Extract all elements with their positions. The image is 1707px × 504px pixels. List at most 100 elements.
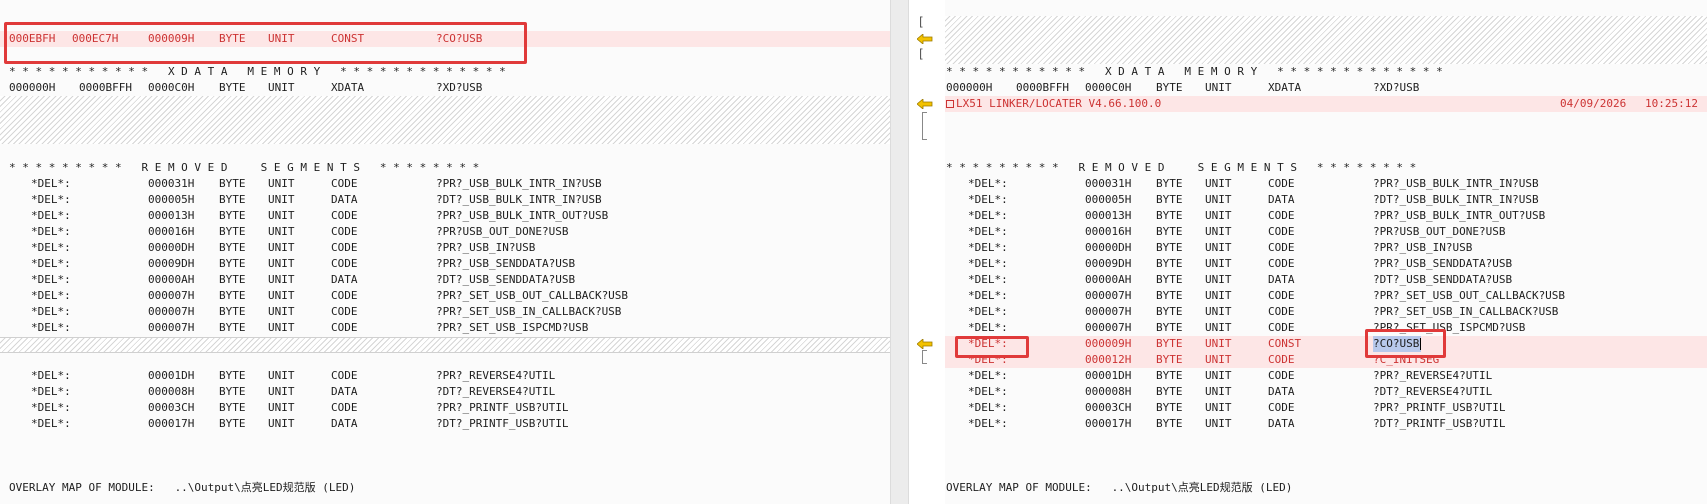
row-cell-cls: DATA <box>331 193 358 206</box>
row-cell-len: 000012H <box>1085 353 1132 366</box>
vertical-scrollbar[interactable] <box>890 0 909 504</box>
row-cell-u: UNIT <box>1205 369 1232 382</box>
yellow-arrow-icon[interactable] <box>917 34 933 44</box>
row-cell-del: *DEL*: <box>968 209 1008 222</box>
row-cell-del: *DEL*: <box>968 241 1008 254</box>
row-cell-cls: CODE <box>1268 369 1295 382</box>
table-row: *DEL*: 000013H BYTE UNIT CODE ?PR?_USB_BULK_I… <box>945 208 1707 224</box>
row-cell-cls: CODE <box>1268 401 1295 414</box>
row-cell-name: ?DT?_USB_BULK_INTR_IN?USB <box>1373 193 1539 206</box>
table-row: *DEL*: 00000DH BYTE UNIT CODE ?PR?_USB_IN?USB <box>945 240 1707 256</box>
row-cell-u: UNIT <box>268 385 295 398</box>
row-cell-len: 000005H <box>1085 193 1132 206</box>
row-cell-cls: DATA <box>1268 273 1295 286</box>
row-cell-name: ?PR?USB_OUT_DONE?USB <box>436 225 569 238</box>
table-row: *DEL*: 000007H BYTE UNIT CODE ?PR?_SET_USB_IS… <box>0 320 890 336</box>
row-cell-name: ?PR?_SET_USB_IN_CALLBACK?USB <box>436 305 622 318</box>
row-cell-t: BYTE <box>219 417 246 430</box>
row-cell-len: 00003CH <box>1085 401 1132 414</box>
overlay-map-line: OVERLAY MAP OF MODULE: ..\Output\点亮LED规范… <box>946 481 1293 494</box>
row-cell-len: 00001DH <box>1085 369 1132 382</box>
row-cell-del: *DEL*: <box>31 369 71 382</box>
row-cell-del: *DEL*: <box>31 289 71 302</box>
row-cell-del: *DEL*: <box>968 321 1008 334</box>
row-cell-cls: CONST <box>1268 337 1302 350</box>
table-row: *DEL*: 00000AH BYTE UNIT DATA ?DT?_USB_SENDDA… <box>0 272 890 288</box>
row-cell-u: UNIT <box>268 257 295 270</box>
row-cell-name: ?DT?_REVERSE4?UTIL <box>436 385 556 398</box>
row-cell-name: ?PR?_SET_USB_OUT_CALLBACK?USB <box>436 289 629 302</box>
row-cell-cls: CODE <box>331 257 358 270</box>
row-cell-u: UNIT <box>268 401 295 414</box>
row-cell-len: 000016H <box>148 225 195 238</box>
row-cell-t: BYTE <box>1156 321 1183 334</box>
row-cell-del: *DEL*: <box>31 273 71 286</box>
row-cell-u: UNIT <box>268 289 295 302</box>
row-cell-len: 000031H <box>148 177 195 190</box>
row-cell-name: ?PR?_USB_IN?USB <box>1373 241 1473 254</box>
row-cell-u: UNIT <box>268 305 295 318</box>
table-row: *DEL*: 000016H BYTE UNIT CODE ?PR?USB_OUT_DON… <box>0 224 890 240</box>
row-cell-len: 00009DH <box>1085 257 1132 270</box>
table-row: *DEL*: 000007H BYTE UNIT CODE ?PR?_SET_USB_IN… <box>945 304 1707 320</box>
row-cell-del: *DEL*: <box>968 193 1008 206</box>
row-cell-del: *DEL*: <box>968 385 1008 398</box>
row-cell-cls: DATA <box>1268 193 1295 206</box>
right-diff-pane[interactable]: * * * * * * * * * * * X D A T A M E M O … <box>945 0 1707 504</box>
row-cell-del: *DEL*: <box>31 209 71 222</box>
row-cell-cls: CODE <box>1268 209 1295 222</box>
linker-version-line: LX51 LINKER/LOCATER V4.66.100.0 04/09/20… <box>945 96 1707 112</box>
row-cell-len: 000017H <box>148 417 195 430</box>
table-row: *DEL*: 00003CH BYTE UNIT CODE ?PR?_PRINTF_USB… <box>0 400 890 416</box>
row-cell-t: BYTE <box>1156 385 1183 398</box>
table-row: *DEL*: 000005H BYTE UNIT DATA ?DT?_USB_BULK_I… <box>0 192 890 208</box>
removed-segments-header: * * * * * * * * * R E M O V E D S E G M … <box>9 161 480 174</box>
row-cell-del: *DEL*: <box>968 225 1008 238</box>
row-cell-t: BYTE <box>1156 177 1183 190</box>
row-cell-len: 000017H <box>1085 417 1132 430</box>
removed-segments-header: * * * * * * * * * R E M O V E D S E G M … <box>946 161 1417 174</box>
row-cell-t: BYTE <box>1156 353 1183 366</box>
row-cell-u: UNIT <box>268 417 295 430</box>
row-cell-cls: CODE <box>331 289 358 302</box>
row-cell-t: BYTE <box>1156 289 1183 302</box>
row-cell-name: ?PR?_REVERSE4?UTIL <box>1373 369 1493 382</box>
row-cell-name: ?PR?_PRINTF_USB?UTIL <box>436 401 569 414</box>
row-cell-name: ?PR?_USB_SENDDATA?USB <box>1373 257 1513 270</box>
row-cell-cls: CODE <box>1268 289 1295 302</box>
linker-title: LX51 LINKER/LOCATER V4.66.100.0 <box>946 96 1161 112</box>
row-cell-cls: DATA <box>1268 417 1295 430</box>
row-cell-u: UNIT <box>1205 417 1232 430</box>
row-cell-t: BYTE <box>1156 257 1183 270</box>
table-row: *DEL*: 000012H BYTE UNIT CODE ?C_INITSEG <box>945 352 1707 368</box>
row-cell-len: 000008H <box>148 385 195 398</box>
row-cell-cls: CODE <box>331 209 358 222</box>
row-cell-name: ?PR?USB_OUT_DONE?USB <box>1373 225 1506 238</box>
yellow-arrow-icon[interactable] <box>917 99 933 109</box>
row-cell-t: BYTE <box>1156 225 1183 238</box>
table-row: *DEL*: 000007H BYTE UNIT CODE ?PR?_SET_USB_OU… <box>0 288 890 304</box>
row-cell-len: 000008H <box>1085 385 1132 398</box>
row-cell-cls: CODE <box>1268 177 1295 190</box>
xdata-memory-header: * * * * * * * * * * * X D A T A M E M O … <box>9 65 506 78</box>
left-diff-pane[interactable]: 000EBFH 000EC7H 000009H BYTE UNIT CONST … <box>0 0 890 504</box>
table-row: *DEL*: 000005H BYTE UNIT DATA ?DT?_USB_BULK_I… <box>945 192 1707 208</box>
row-cell-cls: CODE <box>331 401 358 414</box>
row-cell-t: BYTE <box>219 177 246 190</box>
row-cell-t: BYTE <box>1156 305 1183 318</box>
row-cell-u: UNIT <box>268 177 295 190</box>
xdata-row-right: 000000H 0000BFFH 0000C0H BYTE UNIT XDATA… <box>946 81 1420 94</box>
yellow-arrow-icon[interactable] <box>917 339 933 349</box>
row-cell-u: UNIT <box>1205 305 1232 318</box>
row-cell-cls: CODE <box>1268 321 1295 334</box>
row-cell-u: UNIT <box>1205 385 1232 398</box>
row-cell-del: *DEL*: <box>31 321 71 334</box>
table-row: *DEL*: 000031H BYTE UNIT CODE ?PR?_USB_BULK_I… <box>945 176 1707 192</box>
row-cell-cls: CODE <box>331 305 358 318</box>
row-cell-t: BYTE <box>219 289 246 302</box>
row-cell-name: ?PR?_PRINTF_USB?UTIL <box>1373 401 1506 414</box>
row-cell-name: ?DT?_USB_SENDDATA?USB <box>1373 273 1513 286</box>
table-row: *DEL*: 000007H BYTE UNIT CODE ?PR?_SET_USB_IS… <box>945 320 1707 336</box>
table-row: *DEL*: 000013H BYTE UNIT CODE ?PR?_USB_BULK_I… <box>0 208 890 224</box>
log-icon <box>946 100 954 108</box>
